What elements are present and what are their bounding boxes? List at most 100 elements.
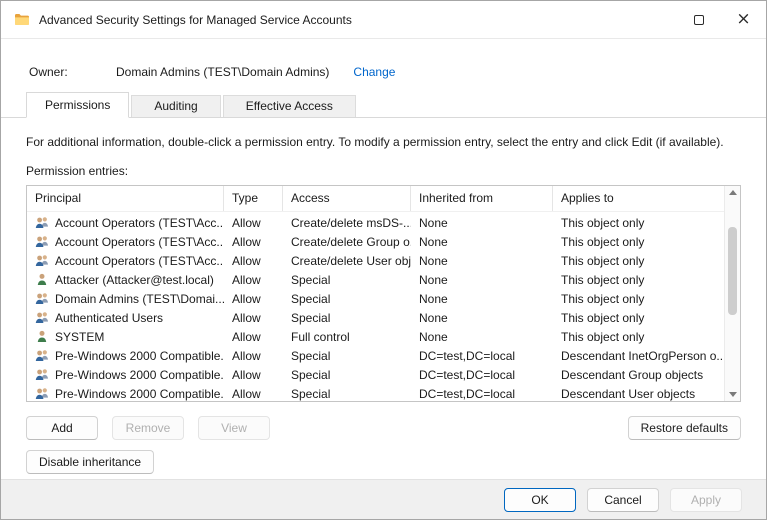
cell-applies-to: This object only (561, 215, 645, 230)
owner-value: Domain Admins (TEST\Domain Admins) (116, 65, 330, 79)
tabstrip: Permissions Auditing Effective Access (1, 92, 766, 118)
cell-inherited-from: None (419, 234, 448, 249)
tab-permissions[interactable]: Permissions (26, 92, 130, 118)
cell-access: Special (291, 367, 331, 382)
cell-principal: Pre-Windows 2000 Compatible... (55, 348, 224, 363)
disable-inheritance-button[interactable]: Disable inheritance (26, 450, 155, 474)
table-header: Principal Type Access Inherited from App… (27, 186, 724, 212)
cell-inherited-from: DC=test,DC=local (419, 348, 516, 363)
cell-applies-to: Descendant InetOrgPerson o... (561, 348, 724, 363)
cell-applies-to: This object only (561, 253, 645, 268)
apply-button[interactable]: Apply (670, 487, 742, 512)
vertical-scrollbar[interactable] (724, 186, 740, 401)
cell-inherited-from: None (419, 253, 448, 268)
table-row[interactable]: SYSTEM Allow Full control None This obje… (27, 327, 724, 346)
cell-applies-to: Descendant User objects (561, 386, 696, 401)
table-row[interactable]: Domain Admins (TEST\Domai... Allow Speci… (27, 289, 724, 308)
cell-access: Create/delete Group o... (291, 234, 411, 249)
close-icon: × (736, 9, 751, 29)
cell-principal: SYSTEM (55, 329, 105, 344)
table-row[interactable]: Account Operators (TEST\Acc... Allow Cre… (27, 232, 724, 251)
principal-icon (34, 367, 50, 382)
permission-entries-label: Permission entries: (26, 164, 129, 178)
cell-applies-to: This object only (561, 234, 645, 249)
cell-type: Allow (232, 329, 261, 344)
cell-access: Special (291, 291, 331, 306)
column-header-applies-to[interactable]: Applies to (553, 186, 724, 211)
close-button[interactable]: × (721, 1, 766, 38)
principal-icon (34, 310, 50, 325)
cell-access: Create/delete User obj... (291, 253, 411, 268)
cell-applies-to: Descendant Group objects (561, 367, 704, 382)
titlebar: Advanced Security Settings for Managed S… (1, 1, 766, 39)
cell-access: Special (291, 310, 331, 325)
cell-inherited-from: None (419, 272, 448, 287)
table-row[interactable]: Account Operators (TEST\Acc... Allow Cre… (27, 213, 724, 232)
dialog-footer: OK Cancel Apply (1, 479, 766, 519)
cell-principal: Account Operators (TEST\Acc... (55, 215, 224, 230)
cancel-button[interactable]: Cancel (587, 487, 659, 512)
cell-applies-to: This object only (561, 329, 645, 344)
column-header-principal[interactable]: Principal (27, 186, 224, 211)
tab-effective-access[interactable]: Effective Access (222, 95, 356, 117)
principal-icon (34, 234, 50, 249)
dialog-window: Advanced Security Settings for Managed S… (0, 0, 767, 520)
cell-type: Allow (232, 386, 261, 401)
ok-button[interactable]: OK (504, 487, 576, 512)
cell-type: Allow (232, 310, 261, 325)
cell-principal: Pre-Windows 2000 Compatible... (55, 367, 224, 382)
cell-access: Create/delete msDS-... (291, 215, 411, 230)
cell-principal: Pre-Windows 2000 Compatible... (55, 386, 224, 401)
principal-icon (34, 253, 50, 268)
owner-row: Owner: Domain Admins (TEST\Domain Admins… (29, 65, 741, 79)
permission-entries-table: Principal Type Access Inherited from App… (26, 185, 741, 402)
table-actions: Add Remove View Restore defaults (26, 416, 741, 440)
table-row[interactable]: Pre-Windows 2000 Compatible... Allow Spe… (27, 384, 724, 401)
cell-access: Special (291, 386, 331, 401)
table-row[interactable]: Authenticated Users Allow Special None T… (27, 308, 724, 327)
cell-principal: Domain Admins (TEST\Domai... (55, 291, 224, 306)
inheritance-row: Disable inheritance (26, 450, 741, 474)
cell-access: Special (291, 272, 331, 287)
cell-type: Allow (232, 253, 261, 268)
remove-button[interactable]: Remove (112, 416, 184, 440)
table-row[interactable]: Account Operators (TEST\Acc... Allow Cre… (27, 251, 724, 270)
cell-principal: Account Operators (TEST\Acc... (55, 253, 224, 268)
cell-type: Allow (232, 272, 261, 287)
scrollbar-track[interactable] (725, 195, 740, 392)
tab-auditing[interactable]: Auditing (131, 95, 221, 117)
table-row[interactable]: Pre-Windows 2000 Compatible... Allow Spe… (27, 346, 724, 365)
scrollbar-thumb[interactable] (728, 226, 737, 316)
table-row[interactable]: Attacker (Attacker@test.local) Allow Spe… (27, 270, 724, 289)
cell-type: Allow (232, 291, 261, 306)
cell-type: Allow (232, 215, 261, 230)
table-row[interactable]: Pre-Windows 2000 Compatible... Allow Spe… (27, 365, 724, 384)
cell-principal: Account Operators (TEST\Acc... (55, 234, 224, 249)
principal-icon (34, 272, 50, 287)
cell-inherited-from: DC=test,DC=local (419, 367, 516, 382)
window-title: Advanced Security Settings for Managed S… (39, 12, 352, 27)
cell-inherited-from: None (419, 329, 448, 344)
cell-principal: Authenticated Users (55, 310, 164, 325)
change-owner-link[interactable]: Change (353, 65, 395, 79)
restore-defaults-button[interactable]: Restore defaults (627, 416, 741, 440)
cell-applies-to: This object only (561, 310, 645, 325)
principal-icon (34, 215, 50, 230)
maximize-button[interactable] (676, 1, 721, 38)
column-header-access[interactable]: Access (283, 186, 411, 211)
principal-icon (34, 386, 50, 401)
scroll-down-icon[interactable] (728, 392, 737, 397)
column-header-inherited-from[interactable]: Inherited from (411, 186, 553, 211)
add-button[interactable]: Add (26, 416, 98, 440)
table-body: Account Operators (TEST\Acc... Allow Cre… (27, 212, 724, 401)
cell-principal: Attacker (Attacker@test.local) (55, 272, 214, 287)
cell-applies-to: This object only (561, 291, 645, 306)
cell-type: Allow (232, 234, 261, 249)
column-header-type[interactable]: Type (224, 186, 283, 211)
cell-inherited-from: None (419, 310, 448, 325)
cell-inherited-from: None (419, 215, 448, 230)
maximize-icon (693, 14, 704, 25)
view-button[interactable]: View (198, 416, 270, 440)
table-main: Principal Type Access Inherited from App… (27, 186, 724, 401)
cell-access: Full control (291, 329, 350, 344)
